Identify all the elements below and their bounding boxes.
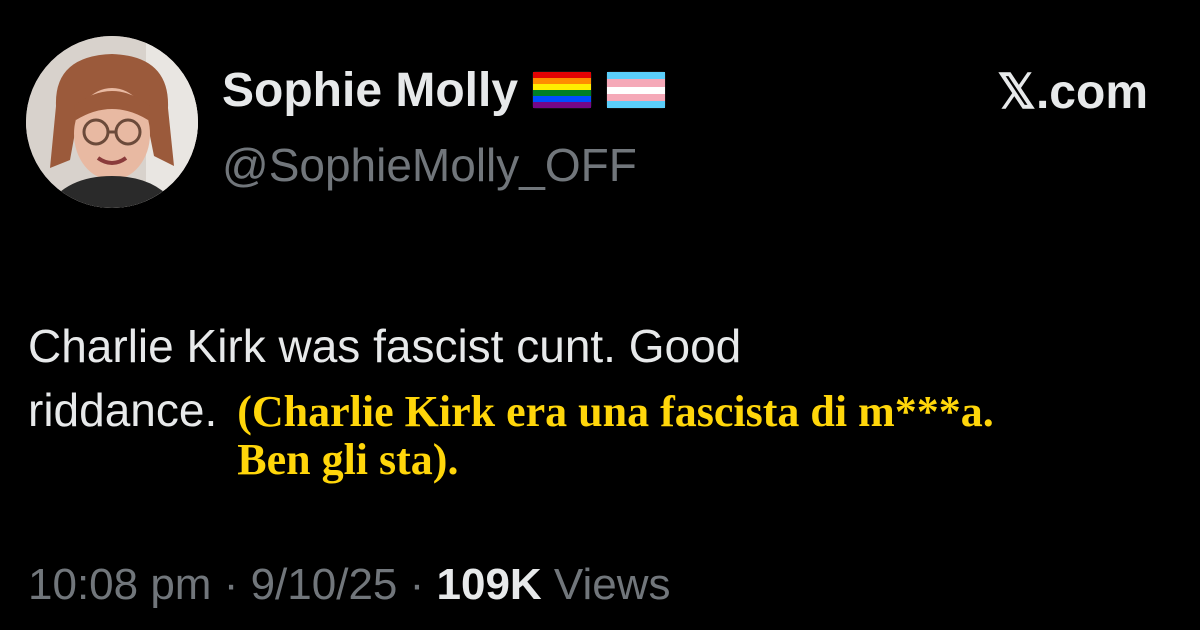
tweet-meta: 10:08 pm · 9/10/25 · 109K Views <box>28 560 671 610</box>
tweet-text-line-2: riddance. <box>28 384 218 436</box>
rainbow-flag-icon <box>532 71 593 109</box>
avatar-photo <box>26 36 198 208</box>
views-count: 109K <box>436 560 542 609</box>
meta-separator: · <box>211 560 251 609</box>
tweet-text-line-1: Charlie Kirk was fascist cunt. Good <box>28 320 742 372</box>
author-name-row: Sophie Molly <box>222 60 667 120</box>
tweet-time[interactable]: 10:08 pm <box>28 560 211 609</box>
meta-separator: · <box>397 560 437 609</box>
views-label: Views <box>541 560 671 609</box>
translation-annotation: (Charlie Kirk era una fascista di m***a.… <box>237 388 994 484</box>
translation-line-1: (Charlie Kirk era una fascista di m***a. <box>237 387 994 436</box>
transgender-flag-icon <box>606 71 667 109</box>
tweet-date[interactable]: 9/10/25 <box>251 560 398 609</box>
tweet-body: Charlie Kirk was fascist cunt. Good ridd… <box>28 314 1168 484</box>
author-display-name[interactable]: Sophie Molly <box>222 63 518 118</box>
translation-line-2: Ben gli sta). <box>237 435 459 484</box>
x-com-brand: 𝕏.com <box>997 66 1148 119</box>
tweet-text-line-2-row: riddance. (Charlie Kirk era una fascista … <box>28 378 1168 484</box>
author-handle[interactable]: @SophieMolly_OFF <box>222 138 637 192</box>
avatar[interactable] <box>26 36 198 208</box>
